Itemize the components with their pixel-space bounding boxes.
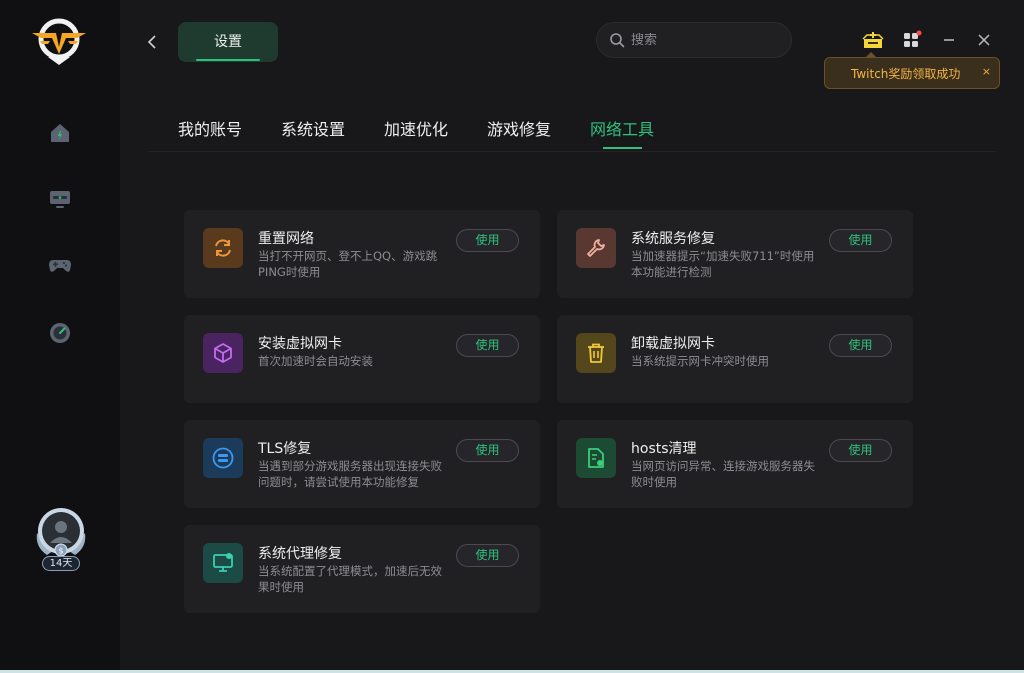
page-title-underline — [196, 59, 260, 61]
sidebar: $ 14天 — [0, 0, 120, 670]
use-button-system-proxy-repair[interactable]: 使用 — [456, 544, 519, 567]
close-icon — [978, 34, 990, 46]
search-icon — [610, 33, 625, 48]
document-clean-icon — [576, 438, 616, 478]
gift-box-icon — [862, 32, 884, 48]
tool-title: 系统代理修复 — [258, 546, 342, 562]
vip-days-badge: 14天 — [42, 556, 80, 571]
use-button-reset-network[interactable]: 使用 — [456, 229, 519, 252]
chevron-left-icon — [147, 35, 156, 49]
page-title: 设置 — [214, 34, 242, 50]
tool-description: 当遇到部分游戏服务器出现连接失败问题时，请尝试使用本功能修复 — [258, 459, 442, 489]
tool-card-hosts-clean: hosts清理 当网页访问异常、连接游戏服务器失败时使用 使用 — [557, 420, 913, 508]
page-title-tab: 设置 — [178, 22, 278, 62]
tab-my-account[interactable]: 我的账号 — [178, 116, 242, 140]
tab-acceleration-optimization[interactable]: 加速优化 — [384, 116, 448, 140]
active-tab-indicator — [603, 147, 642, 149]
apps-grid-button[interactable] — [900, 28, 924, 52]
use-button-uninstall-virtual-nic[interactable]: 使用 — [829, 334, 892, 357]
minimize-button[interactable] — [937, 28, 961, 52]
trash-icon — [576, 333, 616, 373]
tab-game-repair[interactable]: 游戏修复 — [487, 116, 551, 140]
tool-title: 重置网络 — [258, 231, 314, 247]
use-button-install-virtual-nic[interactable]: 使用 — [456, 334, 519, 357]
monitor-icon — [203, 543, 243, 583]
avatar-badge-icon: $ — [36, 508, 86, 557]
app-window: $ 14天 设置 搜索 Twitch奖励领取成功 × 我的账号 系统设置 加速优… — [0, 0, 1024, 673]
tool-title: 卸载虚拟网卡 — [631, 336, 715, 352]
use-button-hosts-clean[interactable]: 使用 — [829, 439, 892, 462]
tool-title: hosts清理 — [631, 441, 697, 457]
tool-description: 当打不开网页、登不上QQ、游戏跳PING时使用 — [258, 249, 438, 279]
nav-speedtest-icon[interactable] — [47, 320, 73, 346]
nav-accelerator-icon[interactable] — [47, 186, 73, 212]
apps-grid-icon — [904, 30, 922, 47]
cube-icon — [203, 333, 243, 373]
app-logo-icon — [30, 17, 88, 65]
wrench-icon — [576, 228, 616, 268]
tool-card-system-proxy-repair: 系统代理修复 当系统配置了代理模式，加速后无效果时使用 使用 — [184, 525, 540, 613]
tool-title: 系统服务修复 — [631, 231, 715, 247]
tool-card-reset-network: 重置网络 当打不开网页、登不上QQ、游戏跳PING时使用 使用 — [184, 210, 540, 298]
refresh-icon — [203, 228, 243, 268]
minimize-icon — [944, 39, 954, 41]
search-box[interactable] — [596, 22, 792, 58]
tool-description: 当系统提示网卡冲突时使用 — [631, 354, 769, 368]
toast-message: Twitch奖励领取成功 — [851, 66, 961, 81]
tls-icon — [203, 438, 243, 478]
gift-reward-button[interactable] — [861, 28, 885, 52]
back-button[interactable] — [142, 30, 162, 54]
tab-system-settings[interactable]: 系统设置 — [281, 116, 345, 140]
tool-description: 首次加速时会自动安装 — [258, 354, 373, 368]
tool-card-install-virtual-nic: 安装虚拟网卡 首次加速时会自动安装 使用 — [184, 315, 540, 403]
search-input[interactable] — [631, 32, 771, 48]
tabs-divider — [148, 151, 996, 152]
toast-close-button[interactable]: × — [982, 65, 991, 78]
close-window-button[interactable] — [972, 28, 996, 52]
tool-description: 当系统配置了代理模式，加速后无效果时使用 — [258, 564, 442, 594]
tool-description: 当网页访问异常、连接游戏服务器失败时使用 — [631, 459, 815, 489]
tool-card-uninstall-virtual-nic: 卸载虚拟网卡 当系统提示网卡冲突时使用 使用 — [557, 315, 913, 403]
tool-title: TLS修复 — [258, 441, 312, 457]
use-button-system-service-repair[interactable]: 使用 — [829, 229, 892, 252]
tool-card-tls-repair: TLS修复 当遇到部分游戏服务器出现连接失败问题时，请尝试使用本功能修复 使用 — [184, 420, 540, 508]
tool-description: 当加速器提示“加速失败711”时使用本功能进行检测 — [631, 249, 815, 279]
use-button-tls-repair[interactable]: 使用 — [456, 439, 519, 462]
nav-games-icon[interactable] — [47, 252, 73, 278]
user-avatar[interactable]: $ 14天 — [33, 505, 89, 575]
svg-text:$: $ — [58, 547, 63, 556]
reward-toast: Twitch奖励领取成功 × — [824, 52, 1000, 89]
tool-card-system-service-repair: 系统服务修复 当加速器提示“加速失败711”时使用本功能进行检测 使用 — [557, 210, 913, 298]
tab-network-tools[interactable]: 网络工具 — [590, 116, 654, 140]
tool-title: 安装虚拟网卡 — [258, 336, 342, 352]
nav-home-icon[interactable] — [47, 120, 73, 146]
